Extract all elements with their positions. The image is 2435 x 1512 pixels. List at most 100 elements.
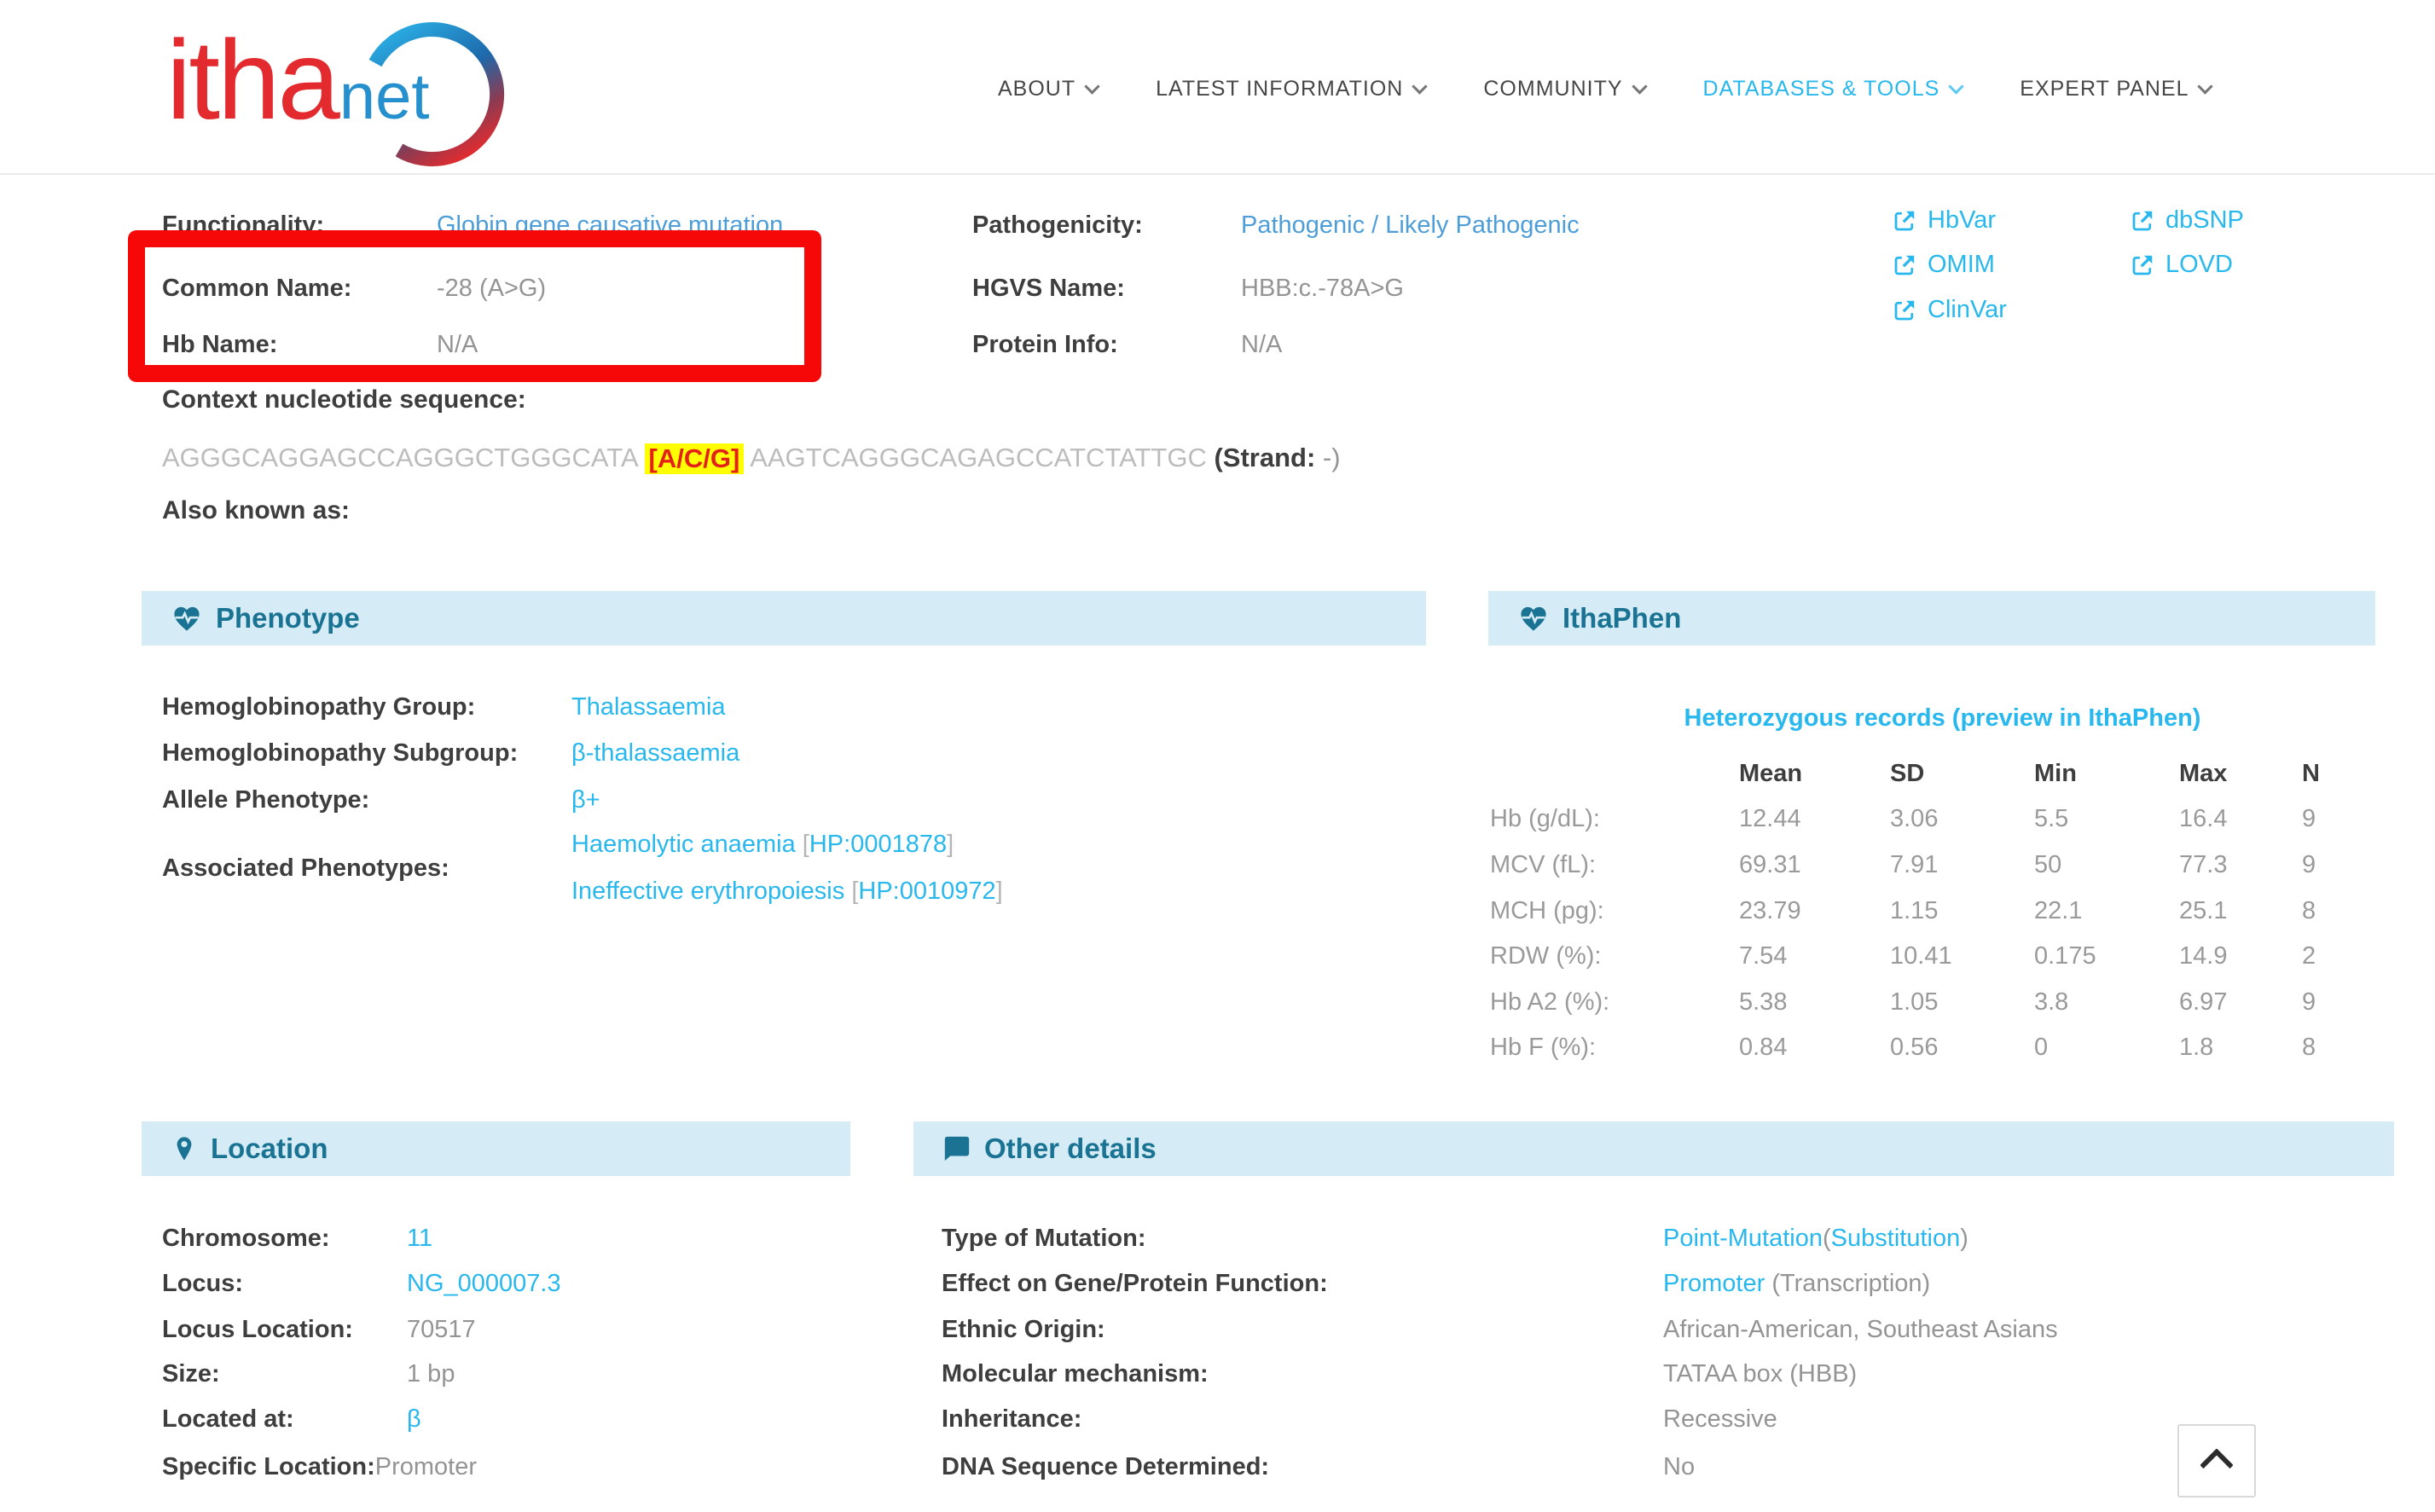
strand-label: Strand: [1223, 443, 1316, 474]
link-omim-label: OMIM [1928, 251, 1995, 279]
associated-phenotype-1-text: Haemolytic anaemia [571, 830, 803, 859]
nav-latest-information[interactable]: LATEST INFORMATION [1156, 77, 1425, 101]
field-hgvs-name: HGVS Name: HBB:c.-78A>G [972, 274, 1404, 303]
field-hgvs-name-value: HBB:c.-78A>G [1241, 274, 1404, 303]
heart-pulse-icon [171, 602, 203, 634]
sequence-heading: Context nucleotide sequence: [162, 385, 526, 414]
associated-phenotype-1[interactable]: Haemolytic anaemia [ HP:0001878 ] [571, 830, 954, 859]
location-section-title: Location [211, 1133, 328, 1165]
nav-community-label: COMMUNITY [1483, 77, 1622, 101]
ithaphen-section-header: IthaPhen [1488, 591, 2375, 646]
nav-about-label: ABOUT [998, 77, 1075, 101]
link-lovd[interactable]: LOVD [2130, 251, 2233, 279]
field-specific-location-value: Promoter [375, 1452, 477, 1481]
field-hemoglobinopathy-group-label: Hemoglobinopathy Group: [162, 692, 571, 721]
field-ethnic-origin: Ethnic Origin: African-American, Southea… [942, 1315, 2058, 1344]
table-row-hb: Hb (g/dL): 12.44 3.06 5.5 16.4 9 [1490, 804, 2353, 833]
chevron-down-icon [1949, 78, 1964, 94]
strand-paren-close: ) [1331, 443, 1340, 474]
field-locus-location-value: 70517 [407, 1315, 476, 1344]
field-inheritance-value: Recessive [1663, 1405, 1777, 1434]
nav-about[interactable]: ABOUT [998, 77, 1098, 101]
field-located-at: Located at: β [162, 1405, 421, 1434]
strand-paren-open: ( [1214, 443, 1222, 474]
field-ethnic-origin-value: African-American, Southeast Asians [1663, 1315, 2058, 1344]
nav-databases-tools[interactable]: DATABASES & TOOLS [1703, 77, 1962, 101]
link-dbsnp[interactable]: dbSNP [2130, 206, 2244, 235]
field-hgvs-name-label: HGVS Name: [972, 274, 1241, 303]
field-hemoglobinopathy-subgroup-label: Hemoglobinopathy Subgroup: [162, 739, 571, 768]
sequence-heading-label: Context nucleotide sequence: [162, 385, 526, 414]
field-protein-info: Protein Info: N/A [972, 330, 1282, 359]
col-sd: SD [1890, 759, 2034, 788]
table-row-mch: MCH (pg): 23.79 1.15 22.1 25.1 8 [1490, 896, 2353, 925]
field-specific-location: Specific Location: Promoter [162, 1452, 477, 1481]
chevron-down-icon [2198, 78, 2213, 94]
location-section-header: Location [142, 1121, 850, 1176]
associated-phenotype-2-code: HP:0010972 [858, 877, 995, 906]
table-row-hbf: Hb F (%): 0.84 0.56 0 1.8 8 [1490, 1033, 2353, 1062]
sequence-line: AGGGCAGGAGCCAGGGCTGGGCATA [A/C/G] AAGTCA… [162, 443, 1341, 474]
bracket-close: ] [947, 830, 954, 859]
field-size-value: 1 bp [407, 1359, 455, 1388]
heterozygous-records-link[interactable]: Heterozygous records (preview in IthaPhe… [1510, 704, 2375, 733]
link-dbsnp-label: dbSNP [2165, 206, 2244, 235]
col-min: Min [2034, 759, 2179, 788]
link-clinvar-label: ClinVar [1928, 296, 2007, 324]
col-max: Max [2179, 759, 2302, 788]
field-substitution-link[interactable]: Substitution [1831, 1224, 1961, 1253]
chevron-down-icon [1412, 78, 1428, 94]
main-navigation: ABOUT LATEST INFORMATION COMMUNITY DATAB… [998, 77, 2211, 101]
field-hemoglobinopathy-subgroup: Hemoglobinopathy Subgroup: β-thalassaemi… [162, 739, 739, 768]
field-inheritance: Inheritance: Recessive [942, 1405, 1777, 1434]
external-link-icon [1892, 208, 1917, 234]
link-omim[interactable]: OMIM [1892, 251, 1995, 279]
field-protein-info-label: Protein Info: [972, 330, 1241, 359]
bracket-close: ] [996, 877, 1003, 906]
link-clinvar[interactable]: ClinVar [1892, 296, 2007, 324]
also-known-as-heading: Also known as: [162, 496, 350, 525]
table-row-hba2: Hb A2 (%): 5.38 1.05 3.8 6.97 9 [1490, 988, 2353, 1017]
link-hbvar-label: HbVar [1928, 206, 1996, 235]
bracket-open: [ [803, 830, 809, 859]
logo-text-itha: itha [166, 24, 338, 136]
ithanet-variant-page: ithanet ABOUT LATEST INFORMATION COMMUNI… [0, 0, 2435, 1512]
scroll-to-top-button[interactable] [2177, 1424, 2256, 1498]
field-allele-phenotype-label: Allele Phenotype: [162, 785, 571, 814]
heart-pulse-icon [1517, 602, 1550, 634]
strand-value: - [1315, 443, 1331, 474]
field-pathogenicity-value[interactable]: Pathogenic / Likely Pathogenic [1241, 211, 1580, 240]
link-hbvar[interactable]: HbVar [1892, 206, 1996, 235]
field-hemoglobinopathy-group-value[interactable]: Thalassaemia [571, 692, 726, 721]
other-details-section-title: Other details [984, 1133, 1157, 1165]
phenotype-section-header: Phenotype [142, 591, 1426, 646]
field-located-at-value[interactable]: β [407, 1405, 421, 1434]
field-effect-promoter-link[interactable]: Promoter [1663, 1269, 1765, 1298]
table-row-rdw: RDW (%): 7.54 10.41 0.175 14.9 2 [1490, 941, 2353, 970]
field-allele-phenotype: Allele Phenotype: β+ [162, 785, 600, 814]
annotation-highlight-box [128, 230, 821, 382]
sequence-variant-highlight: [A/C/G] [645, 443, 745, 474]
nav-databases-tools-label: DATABASES & TOOLS [1703, 77, 1940, 101]
field-type-of-mutation-link[interactable]: Point-Mutation [1663, 1224, 1823, 1253]
col-n: N [2302, 759, 2353, 788]
field-allele-phenotype-value[interactable]: β+ [571, 785, 600, 814]
associated-phenotype-1-code: HP:0001878 [809, 830, 947, 859]
field-dna-sequence-determined-value: No [1663, 1452, 1695, 1481]
chevron-down-icon [1084, 78, 1099, 94]
external-link-icon [2130, 252, 2155, 278]
field-size: Size: 1 bp [162, 1359, 455, 1388]
sequence-after: AAGTCAGGGCAGAGCCATCTATTGC [744, 443, 1214, 474]
sequence-before: AGGGCAGGAGCCAGGGCTGGGCATA [162, 443, 645, 474]
nav-expert-panel[interactable]: EXPERT PANEL [2020, 77, 2211, 101]
field-associated-phenotypes-label: Associated Phenotypes: [162, 854, 449, 883]
field-locus-value[interactable]: NG_000007.3 [407, 1269, 561, 1298]
field-chromosome-value[interactable]: 11 [407, 1224, 432, 1253]
field-effect-on-function: Effect on Gene/Protein Function: Promote… [942, 1269, 1930, 1298]
associated-phenotype-2[interactable]: Ineffective erythropoiesis [ HP:0010972 … [571, 877, 1003, 906]
nav-community[interactable]: COMMUNITY [1483, 77, 1644, 101]
field-hemoglobinopathy-subgroup-value[interactable]: β-thalassaemia [571, 739, 739, 768]
header-divider [0, 173, 2435, 175]
chevron-down-icon [1632, 78, 1647, 94]
field-chromosome: Chromosome: 11 [162, 1224, 432, 1253]
